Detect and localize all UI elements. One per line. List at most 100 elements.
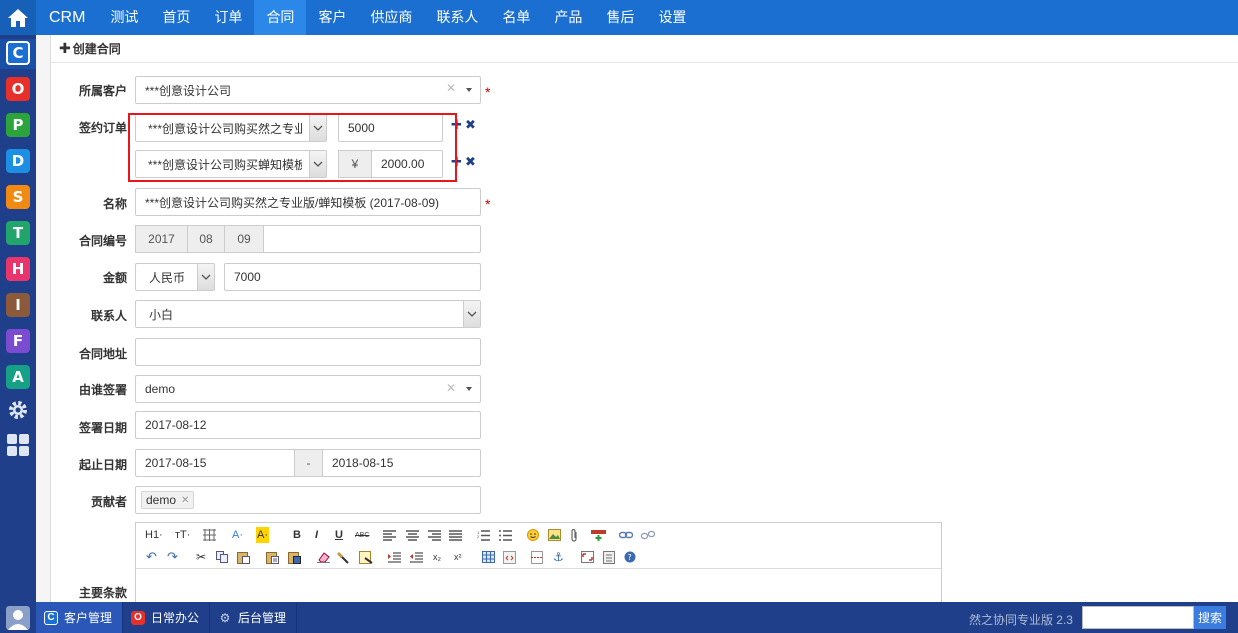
- outdent-icon[interactable]: [410, 549, 423, 565]
- end-date-input[interactable]: 2018-08-15: [322, 449, 481, 477]
- nav-item-test[interactable]: 测试: [98, 0, 150, 35]
- app-asset-icon[interactable]: A: [6, 365, 30, 389]
- caret-down-icon[interactable]: [466, 88, 472, 92]
- nav-item-home[interactable]: 首页: [150, 0, 202, 35]
- remove-tag-icon[interactable]: ✕: [181, 495, 189, 506]
- nav-item-supplier[interactable]: 供应商: [358, 0, 424, 35]
- nav-item-order[interactable]: 订单: [202, 0, 254, 35]
- rich-text-editor[interactable]: H1· тT· A· A· B I U ABC 12 ↶ ↷ ✂ x₂ x² ⚓…: [135, 522, 942, 604]
- redo-icon[interactable]: ↷: [167, 549, 178, 565]
- anchor-icon[interactable]: ⚓: [553, 549, 564, 565]
- bullet-list-icon[interactable]: [499, 527, 512, 543]
- help-icon[interactable]: ?: [624, 549, 636, 565]
- align-justify-icon[interactable]: [449, 527, 462, 543]
- app-cash-icon[interactable]: S: [6, 185, 30, 209]
- subscript-icon[interactable]: x₂: [433, 549, 441, 565]
- sign-date-input[interactable]: 2017-08-12: [135, 411, 481, 439]
- caret-down-icon[interactable]: [466, 387, 472, 391]
- signer-select[interactable]: demo: [135, 375, 481, 403]
- svg-text:2: 2: [477, 534, 480, 539]
- copy-icon[interactable]: [216, 549, 229, 565]
- remove-order-icon[interactable]: ✖: [465, 117, 476, 133]
- underline-button[interactable]: U: [335, 527, 343, 543]
- align-center-icon[interactable]: [406, 527, 419, 543]
- indent-icon[interactable]: [388, 549, 401, 565]
- apps-grid-icon[interactable]: [6, 433, 30, 457]
- strikethrough-button[interactable]: ABC: [355, 527, 369, 543]
- task-tab-admin[interactable]: ⚙ 后台管理: [210, 602, 298, 633]
- nav-item-contact[interactable]: 联系人: [424, 0, 490, 35]
- search-button[interactable]: 搜索: [1194, 606, 1226, 629]
- app-project-icon[interactable]: P: [6, 113, 30, 137]
- nav-item-customer[interactable]: 客户: [306, 0, 358, 35]
- clear-icon[interactable]: ✕: [446, 81, 456, 95]
- nav-brand[interactable]: CRM: [36, 0, 98, 35]
- table-icon[interactable]: [482, 549, 495, 565]
- app-finance-icon[interactable]: F: [6, 329, 30, 353]
- customer-select[interactable]: ***创意设计公司: [135, 76, 481, 104]
- task-tab-oa[interactable]: O 日常办公: [123, 602, 211, 633]
- task-tab-crm[interactable]: C 客户管理: [36, 602, 124, 633]
- start-date-input[interactable]: 2017-08-15: [135, 449, 295, 477]
- app-oa-icon[interactable]: O: [6, 77, 30, 101]
- bg-color-label: A·: [257, 529, 268, 541]
- chevron-down-icon[interactable]: [463, 301, 480, 327]
- bg-color-button[interactable]: A·: [256, 527, 269, 543]
- link-icon[interactable]: [619, 527, 633, 543]
- search-input[interactable]: [1082, 606, 1194, 629]
- table-grid-icon[interactable]: [203, 527, 216, 543]
- nav-item-contract[interactable]: 合同: [254, 0, 307, 35]
- source-code-icon[interactable]: [603, 549, 615, 565]
- nav-item-service[interactable]: 售后: [594, 0, 646, 35]
- page-break-icon[interactable]: [531, 549, 543, 565]
- chevron-down-icon[interactable]: [197, 264, 214, 290]
- app-sidebar: C O P D S T H I F A: [0, 35, 36, 602]
- clear-icon[interactable]: ✕: [446, 381, 456, 395]
- align-left-icon[interactable]: [383, 527, 396, 543]
- contributor-select[interactable]: demo ✕: [135, 486, 481, 514]
- address-input[interactable]: [135, 338, 481, 366]
- app-hr-icon[interactable]: H: [6, 257, 30, 281]
- paste-text-icon[interactable]: [266, 549, 279, 565]
- unlink-icon[interactable]: [641, 527, 655, 543]
- paste-word-icon[interactable]: [288, 549, 301, 565]
- user-avatar-icon[interactable]: [0, 602, 36, 633]
- contact-select[interactable]: 小白: [135, 300, 481, 328]
- italic-button[interactable]: I: [315, 527, 318, 543]
- remove-order-icon[interactable]: ✖: [465, 154, 476, 170]
- bold-button[interactable]: B: [293, 527, 301, 543]
- paste-icon[interactable]: [237, 549, 250, 565]
- superscript-icon[interactable]: x²: [454, 549, 462, 565]
- app-inventory-icon[interactable]: I: [6, 293, 30, 317]
- customer-label: 所属客户: [78, 84, 127, 98]
- undo-icon[interactable]: ↶: [146, 549, 157, 565]
- name-input[interactable]: ***创意设计公司购买然之专业版/蝉知模板 (2017-08-09): [135, 188, 481, 216]
- attachment-icon[interactable]: [570, 527, 579, 543]
- ordered-list-icon[interactable]: 12: [477, 527, 490, 543]
- fullscreen-icon[interactable]: [581, 549, 594, 565]
- nav-item-product[interactable]: 产品: [542, 0, 594, 35]
- font-size-button[interactable]: тT·: [175, 527, 190, 543]
- insert-row-icon[interactable]: [591, 527, 606, 543]
- task-tab-crm-label: 客户管理: [64, 611, 113, 625]
- app-team-icon[interactable]: T: [6, 221, 30, 245]
- nav-item-settings[interactable]: 设置: [646, 0, 698, 35]
- format-brush-icon[interactable]: [337, 549, 349, 565]
- emoji-icon[interactable]: [527, 527, 539, 543]
- amount-input[interactable]: 7000: [224, 263, 481, 291]
- cut-icon[interactable]: ✂: [196, 549, 206, 565]
- app-doc-icon[interactable]: D: [6, 149, 30, 173]
- panel-header: ✚ 创建合同: [51, 35, 1238, 63]
- code-block-icon[interactable]: [503, 549, 516, 565]
- quick-format-icon[interactable]: [359, 549, 373, 565]
- align-right-icon[interactable]: [428, 527, 441, 543]
- code-input[interactable]: [263, 225, 481, 253]
- app-crm-icon[interactable]: C: [6, 41, 30, 65]
- home-icon[interactable]: [0, 0, 36, 35]
- image-icon[interactable]: [548, 527, 561, 543]
- font-color-button[interactable]: A·: [232, 527, 243, 543]
- gear-icon[interactable]: [6, 398, 30, 422]
- heading-button[interactable]: H1·: [145, 527, 163, 543]
- nav-item-list[interactable]: 名单: [490, 0, 542, 35]
- eraser-icon[interactable]: [317, 549, 330, 565]
